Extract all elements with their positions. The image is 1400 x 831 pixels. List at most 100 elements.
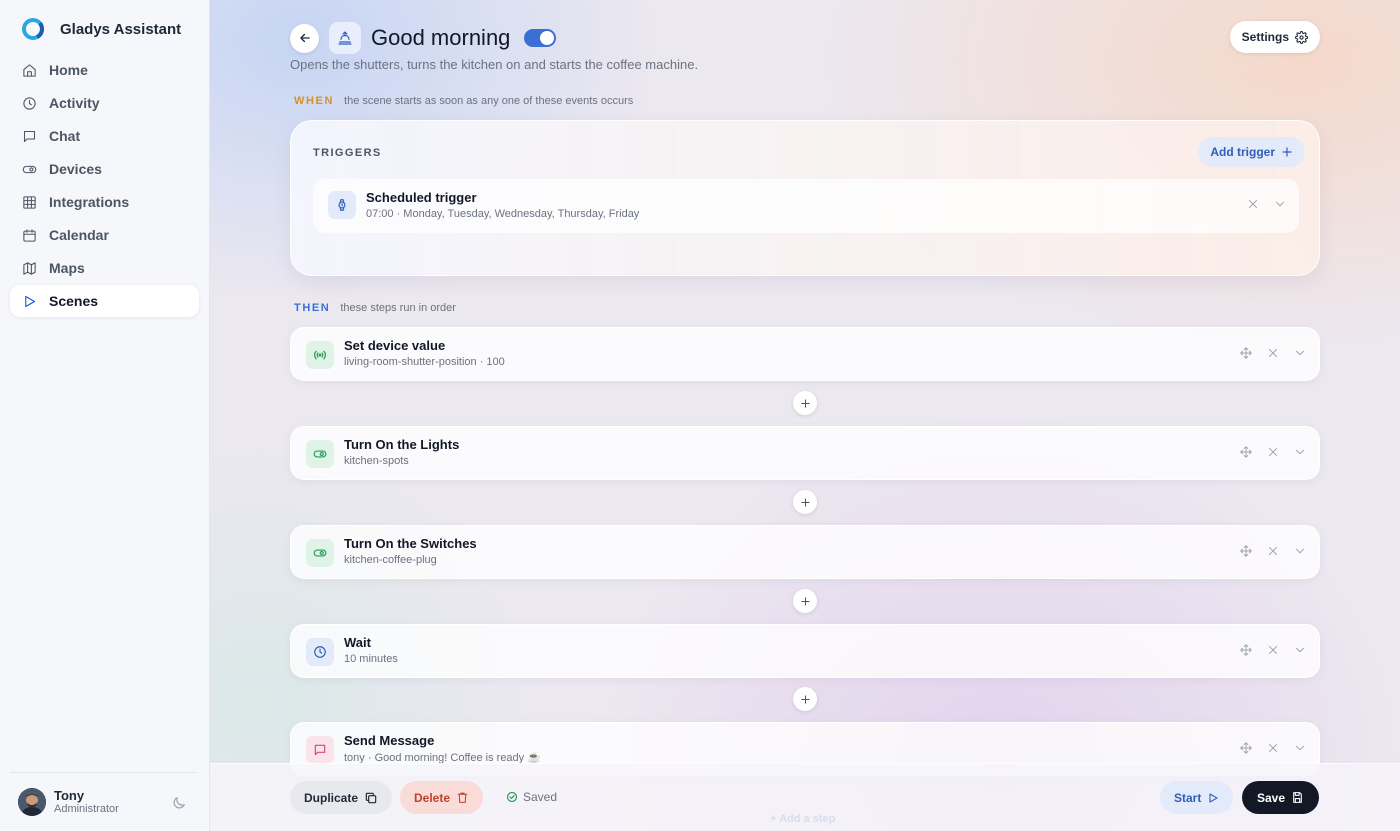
when-text: the scene starts as soon as any one of t…: [344, 95, 634, 107]
home-icon: [23, 63, 36, 77]
add-step-button[interactable]: [793, 589, 817, 613]
move-icon[interactable]: [1239, 741, 1253, 755]
scene-description[interactable]: Opens the shutters, turns the kitchen on…: [290, 57, 698, 72]
step-actions: [1239, 445, 1307, 459]
close-icon[interactable]: [1266, 643, 1280, 657]
move-icon[interactable]: [1239, 544, 1253, 558]
duplicate-label: Duplicate: [304, 790, 359, 805]
add-step-button[interactable]: [793, 687, 817, 711]
sidebar-item-home[interactable]: Home: [10, 54, 199, 86]
sidebar: Gladys Assistant Home Activity Chat Devi…: [0, 0, 210, 831]
step-card[interactable]: Turn On the Lights kitchen-spots: [290, 426, 1320, 480]
scene-enabled-toggle[interactable]: [524, 29, 557, 47]
copy-icon: [365, 792, 377, 803]
step-card[interactable]: Set device value living-room-shutter-pos…: [290, 327, 1320, 381]
chat-icon: [23, 130, 36, 142]
calendar-icon: [23, 228, 36, 242]
trigger-title: Scheduled trigger: [366, 190, 477, 205]
step-subtitle: 10 minutes: [344, 653, 398, 665]
toggle-icon: [306, 440, 334, 468]
moon-icon[interactable]: [171, 795, 187, 811]
add-step-button[interactable]: [793, 490, 817, 514]
then-text: these steps run in order: [340, 302, 456, 314]
arrow-left-icon: [299, 33, 310, 43]
sidebar-item-devices[interactable]: Devices: [10, 153, 199, 185]
save-status: Saved: [506, 790, 557, 804]
delete-button[interactable]: Delete: [400, 781, 484, 814]
step-title: Set device value: [344, 338, 446, 353]
step-card[interactable]: Wait 10 minutes: [290, 624, 1320, 678]
plus-icon: [800, 398, 810, 408]
watch-icon: [328, 191, 356, 219]
step-title: Turn On the Switches: [344, 536, 477, 551]
trigger-subtitle: 07:00 · Monday, Tuesday, Wednesday, Thur…: [366, 208, 640, 220]
sidebar-item-label: Maps: [49, 260, 85, 276]
then-section-label: THEN these steps run in order: [294, 302, 456, 314]
close-icon[interactable]: [1266, 445, 1280, 459]
save-button[interactable]: Save: [1242, 781, 1320, 814]
move-icon[interactable]: [1239, 643, 1253, 657]
app-title: Gladys Assistant: [60, 20, 182, 38]
sidebar-item-scenes[interactable]: Scenes: [10, 285, 199, 317]
settings-button[interactable]: Settings: [1229, 21, 1320, 53]
chevron-down-icon[interactable]: [1273, 197, 1287, 211]
move-icon[interactable]: [1239, 445, 1253, 459]
chevron-down-icon[interactable]: [1293, 346, 1307, 360]
triggers-card: TRIGGERS Add trigger Scheduled trigger 0…: [290, 120, 1320, 276]
close-icon[interactable]: [1266, 741, 1280, 755]
check-circle-icon: [506, 791, 518, 803]
user-name: Tony: [54, 788, 85, 803]
when-section-label: WHEN the scene starts as soon as any one…: [294, 95, 633, 107]
back-button[interactable]: [290, 23, 319, 53]
step-actions: [1239, 741, 1307, 755]
sidebar-item-integrations[interactable]: Integrations: [10, 186, 199, 218]
scene-icon-button[interactable]: [329, 22, 361, 54]
sidebar-item-label: Calendar: [49, 227, 109, 243]
plus-icon: [800, 596, 810, 606]
grid-icon: [23, 195, 36, 209]
plus-icon: [800, 497, 810, 507]
step-actions: [1239, 643, 1307, 657]
broadcast-icon: [306, 341, 334, 369]
chevron-down-icon[interactable]: [1293, 741, 1307, 755]
close-icon[interactable]: [1266, 544, 1280, 558]
toggle-icon: [306, 539, 334, 567]
add-trigger-label: Add trigger: [1210, 145, 1275, 159]
duplicate-button[interactable]: Duplicate: [290, 781, 393, 814]
sidebar-item-activity[interactable]: Activity: [10, 87, 199, 119]
step-title: Turn On the Lights: [344, 437, 460, 452]
trigger-actions: [1246, 197, 1287, 211]
sidebar-item-label: Integrations: [49, 194, 130, 210]
page-title[interactable]: Good morning: [371, 25, 510, 51]
scene-header: Good morning: [290, 22, 557, 54]
sidebar-item-chat[interactable]: Chat: [10, 120, 199, 152]
step-title: Send Message: [344, 733, 435, 748]
chevron-down-icon[interactable]: [1293, 445, 1307, 459]
step-subtitle: living-room-shutter-position · 100: [344, 356, 505, 368]
close-icon[interactable]: [1266, 346, 1280, 360]
start-button[interactable]: Start: [1160, 781, 1234, 814]
add-step-button[interactable]: [793, 391, 817, 415]
step-card[interactable]: Turn On the Switches kitchen-coffee-plug: [290, 525, 1320, 579]
avatar[interactable]: [18, 788, 46, 816]
sidebar-item-maps[interactable]: Maps: [10, 252, 199, 284]
toggle-icon: [22, 165, 37, 173]
step-subtitle: kitchen-coffee-plug: [344, 554, 437, 566]
move-icon[interactable]: [1239, 346, 1253, 360]
chevron-down-icon[interactable]: [1293, 544, 1307, 558]
sidebar-item-label: Devices: [49, 161, 102, 177]
trigger-row[interactable]: Scheduled trigger 07:00 · Monday, Tuesda…: [313, 179, 1299, 233]
close-icon[interactable]: [1246, 197, 1260, 211]
sidebar-item-label: Home: [49, 62, 88, 78]
chevron-down-icon[interactable]: [1293, 643, 1307, 657]
add-trigger-button[interactable]: Add trigger: [1198, 137, 1305, 167]
step-actions: [1239, 346, 1307, 360]
sidebar-item-calendar[interactable]: Calendar: [10, 219, 199, 251]
delete-label: Delete: [414, 790, 451, 805]
add-step-ghost-label[interactable]: + Add a step: [770, 813, 835, 825]
sidebar-item-label: Activity: [49, 95, 100, 111]
brand[interactable]: Gladys Assistant: [22, 18, 181, 40]
main-content: Good morning Opens the shutters, turns t…: [210, 0, 1400, 831]
plus-icon: [1282, 147, 1292, 157]
user-panel: Tony Administrator: [10, 772, 197, 831]
